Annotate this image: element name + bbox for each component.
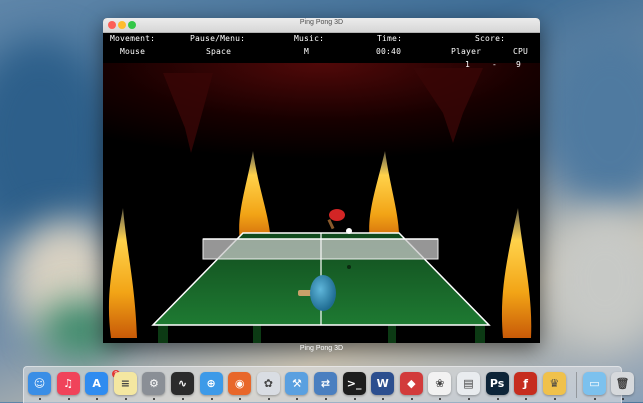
movement-value: Mouse	[120, 47, 146, 56]
running-indicator	[124, 398, 127, 400]
player-label: Player	[451, 47, 482, 56]
cpu-label: CPU	[513, 47, 529, 56]
game-viewport[interactable]: Movement: Mouse Pause/Menu: Space Music:…	[103, 33, 540, 343]
photo-app-icon[interactable]: ✿	[256, 372, 280, 395]
clipboard-app-icon[interactable]: ♛	[542, 372, 566, 395]
running-indicator	[525, 398, 528, 400]
network-utility-icon[interactable]: ⇄	[314, 372, 337, 395]
running-indicator	[210, 398, 213, 400]
window-title: Ping Pong 3D	[299, 19, 344, 26]
running-indicator	[67, 398, 70, 400]
finder-icon[interactable]: ☺	[28, 372, 51, 395]
pause-value: Space	[206, 47, 232, 56]
itunes-icon[interactable]: ♫	[56, 372, 80, 395]
running-indicator	[382, 398, 385, 400]
score-separator: -	[492, 60, 498, 69]
activity-monitor-icon[interactable]: ∿	[171, 372, 194, 395]
running-indicator	[239, 398, 242, 400]
running-indicator	[267, 398, 270, 400]
pause-label: Pause/Menu:	[190, 34, 246, 43]
dock: 9 ☺♫A≡⚙∿⊕◉✿⚒⇄>_W◆❀▤Psƒ♛▭🗑	[23, 366, 634, 403]
game-app-icon[interactable]: ◆	[399, 372, 423, 395]
firefox-icon[interactable]: ◉	[228, 372, 252, 395]
dock-separator	[576, 372, 577, 398]
running-indicator	[325, 398, 327, 400]
running-indicator	[96, 398, 99, 400]
player-score: 1	[465, 60, 471, 69]
folder-icon[interactable]: ▭	[583, 372, 606, 395]
photoshop-icon[interactable]: Ps	[485, 372, 509, 395]
window-caption: Ping Pong 3D	[299, 345, 344, 352]
time-label: Time:	[377, 34, 403, 43]
running-indicator	[496, 398, 499, 400]
cpu-score: 9	[516, 60, 522, 69]
time-value: 00:40	[376, 47, 402, 56]
movement-label: Movement:	[110, 34, 156, 43]
game-scene[interactable]	[103, 33, 540, 343]
running-indicator	[594, 398, 596, 400]
score-label: Score:	[475, 34, 506, 43]
workspace-app-icon[interactable]: W	[371, 372, 395, 395]
running-indicator	[553, 398, 556, 400]
running-indicator	[182, 398, 184, 400]
running-indicator	[296, 398, 299, 400]
preview-icon[interactable]: ▤	[457, 372, 480, 395]
running-indicator	[622, 398, 624, 400]
running-indicator	[39, 398, 41, 400]
app-store-icon[interactable]: A	[85, 372, 109, 395]
trash-icon[interactable]: 🗑	[611, 372, 634, 395]
xcode-icon[interactable]: ⚒	[285, 372, 309, 395]
running-indicator	[468, 398, 470, 400]
running-indicator	[153, 398, 156, 400]
title-bar[interactable]: Ping Pong 3D	[103, 18, 540, 33]
running-indicator	[353, 398, 356, 400]
music-value: M	[304, 47, 310, 56]
photos-icon[interactable]: ❀	[428, 372, 452, 395]
running-indicator	[410, 398, 413, 400]
notes-icon[interactable]: ≡	[113, 372, 137, 395]
system-preferences-icon[interactable]: ⚙	[142, 372, 166, 395]
music-label: Music:	[294, 34, 325, 43]
terminal-icon[interactable]: >_	[342, 372, 366, 395]
safari-icon[interactable]: ⊕	[199, 372, 223, 395]
flash-icon[interactable]: ƒ	[514, 372, 538, 395]
game-window[interactable]: Ping Pong 3D Movement: Mouse Pause/Menu:…	[103, 18, 540, 343]
running-indicator	[439, 398, 442, 400]
